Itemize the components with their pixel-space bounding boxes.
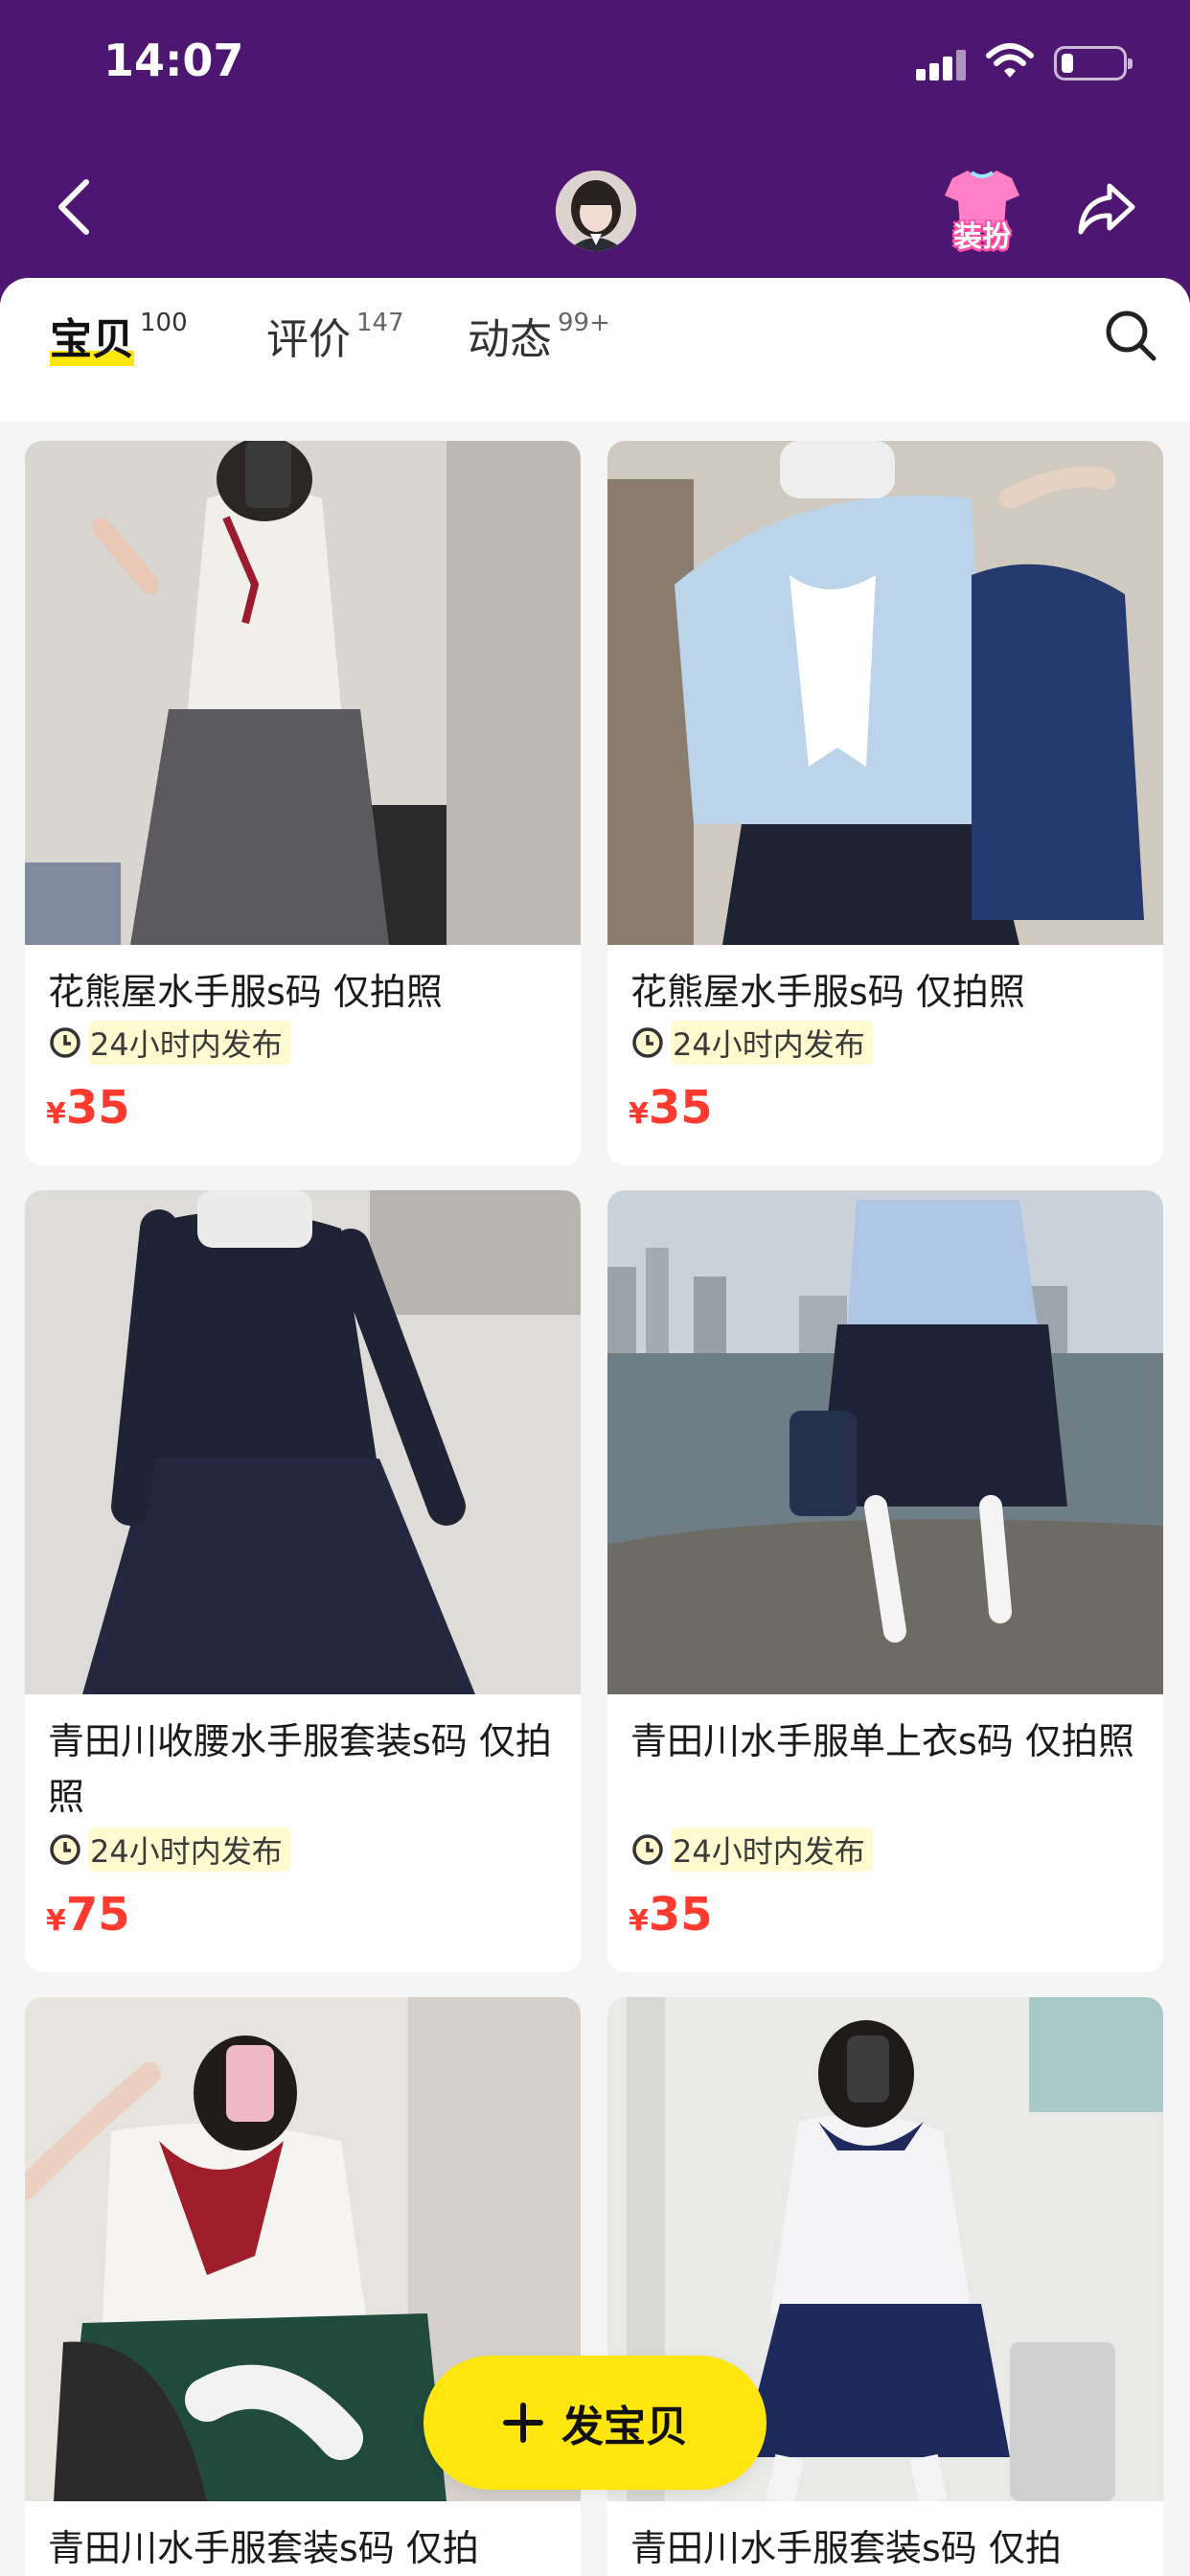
product-title: 青田川水手服单上衣s码 仅拍照 — [630, 1720, 1134, 1762]
product-photo — [25, 1190, 581, 1694]
status-time: 14:07 — [103, 34, 244, 86]
publish-time-text: 24小时内发布 — [671, 1828, 873, 1872]
battery-icon — [1054, 46, 1133, 80]
tab-items[interactable]: 宝贝 100 — [50, 305, 188, 366]
product-card[interactable]: 花熊屋水手服s码 仅拍照 24小时内发布 ¥35 — [607, 441, 1163, 1165]
seller-avatar[interactable] — [556, 171, 636, 251]
post-item-button[interactable]: 发宝贝 — [423, 2356, 767, 2490]
product-card[interactable]: 青田川收腰水手服套装s码 仅拍照 24小时内发布 ¥75 — [25, 1190, 581, 1972]
product-price: ¥35 — [46, 1081, 130, 1135]
dressup-button[interactable]: 装扮 — [939, 167, 1025, 254]
clock-icon — [632, 1027, 663, 1058]
product-price: ¥35 — [629, 1081, 713, 1135]
tab-count: 100 — [140, 309, 188, 337]
tab-count: 99+ — [558, 309, 610, 337]
signal-icon — [916, 48, 968, 80]
tab-moments[interactable]: 动态 99+ — [468, 305, 610, 366]
currency-symbol: ¥ — [629, 1904, 649, 1938]
product-title: 青田川收腰水手服套装s码 仅拍照 — [48, 1720, 552, 1818]
product-title: 花熊屋水手服s码 仅拍照 — [48, 971, 443, 1013]
publish-time: 24小时内发布 — [48, 1828, 290, 1872]
publish-time: 24小时内发布 — [630, 1828, 873, 1872]
content-sheet: 宝贝 100 评价 147 动态 99+ 花熊屋水手服s码 仅拍照 24小时内发… — [0, 278, 1190, 2576]
product-photo — [25, 441, 581, 945]
back-icon[interactable] — [52, 176, 100, 238]
product-photo — [607, 1190, 1163, 1694]
product-title: 青田川水手服套装s码 仅拍 — [630, 2527, 1062, 2569]
tab-reviews[interactable]: 评价 147 — [266, 305, 404, 366]
post-item-label: 发宝贝 — [561, 2403, 688, 2451]
product-card[interactable]: 花熊屋水手服s码 仅拍照 24小时内发布 ¥35 — [25, 441, 581, 1165]
price-value: 35 — [65, 1081, 130, 1135]
publish-time: 24小时内发布 — [48, 1021, 290, 1065]
plus-icon — [503, 2403, 543, 2443]
tab-label: 动态 — [468, 315, 552, 364]
product-photo — [607, 441, 1163, 945]
wifi-icon — [986, 43, 1034, 78]
dressup-label: 装扮 — [953, 220, 1011, 254]
publish-time-text: 24小时内发布 — [88, 1828, 290, 1872]
product-title: 青田川水手服套装s码 仅拍 — [48, 2527, 479, 2569]
currency-symbol: ¥ — [46, 1097, 66, 1131]
clock-icon — [50, 1027, 80, 1058]
publish-time: 24小时内发布 — [630, 1021, 873, 1065]
currency-symbol: ¥ — [46, 1904, 66, 1938]
top-nav: 装扮 — [0, 134, 1190, 278]
product-price: ¥35 — [629, 1888, 713, 1942]
currency-symbol: ¥ — [629, 1097, 649, 1131]
price-value: 35 — [648, 1081, 713, 1135]
product-title: 花熊屋水手服s码 仅拍照 — [630, 971, 1025, 1013]
publish-time-text: 24小时内发布 — [88, 1021, 290, 1065]
price-value: 35 — [648, 1888, 713, 1942]
search-icon[interactable] — [1102, 307, 1159, 364]
status-bar: 14:07 — [0, 0, 1190, 134]
tab-label: 评价 — [266, 315, 351, 364]
clock-icon — [50, 1834, 80, 1865]
tab-label: 宝贝 — [50, 305, 134, 366]
clock-icon — [632, 1834, 663, 1865]
product-card[interactable]: 青田川水手服单上衣s码 仅拍照 24小时内发布 ¥35 — [607, 1190, 1163, 1972]
share-icon[interactable] — [1075, 176, 1138, 240]
tab-bar: 宝贝 100 评价 147 动态 99+ — [0, 278, 1190, 422]
publish-time-text: 24小时内发布 — [671, 1021, 873, 1065]
tab-count: 147 — [356, 309, 404, 337]
product-price: ¥75 — [46, 1888, 130, 1942]
price-value: 75 — [65, 1888, 130, 1942]
